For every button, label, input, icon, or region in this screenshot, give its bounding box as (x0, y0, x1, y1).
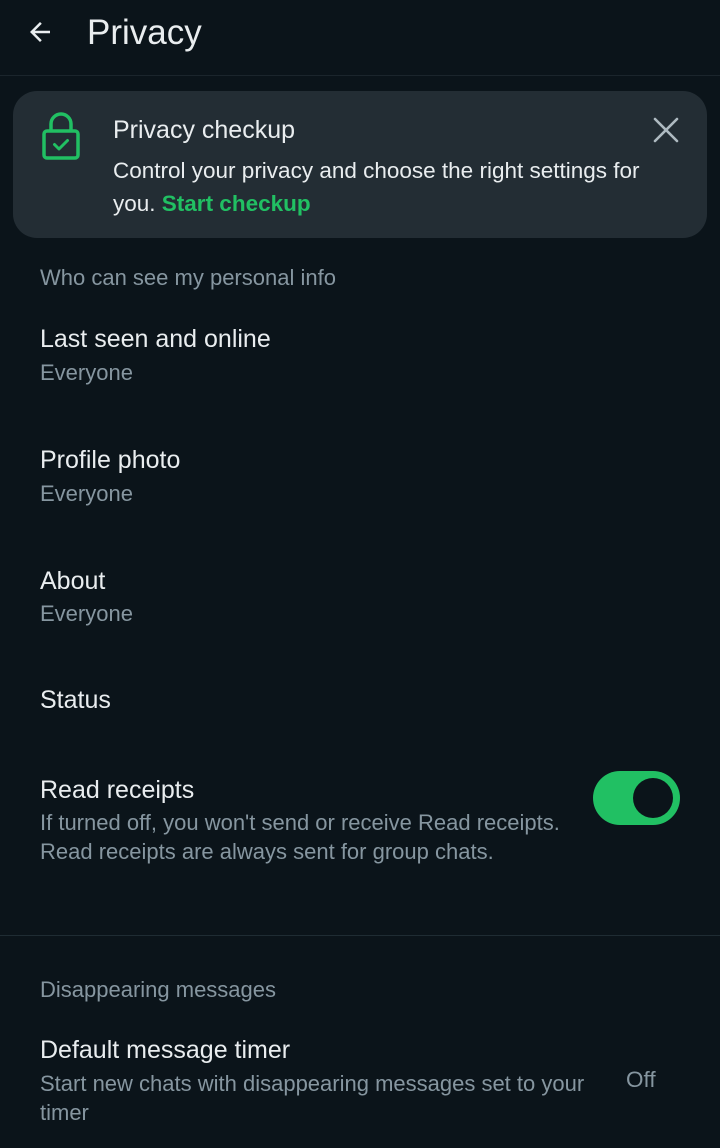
checkup-description: Control your privacy and choose the righ… (113, 154, 683, 220)
app-bar: Privacy (0, 0, 720, 76)
read-receipts-label: Read receipts (40, 776, 195, 804)
toggle-knob (633, 778, 673, 818)
close-icon (653, 117, 679, 143)
checkup-title: Privacy checkup (113, 116, 296, 144)
start-checkup-link[interactable]: Start checkup (162, 191, 311, 216)
about-row[interactable]: About Everyone (0, 552, 720, 652)
profile-photo-value: Everyone (40, 481, 133, 506)
status-row[interactable]: Status (0, 660, 720, 744)
last-seen-value: Everyone (40, 360, 133, 385)
read-receipts-toggle[interactable] (593, 771, 680, 825)
close-checkup-button[interactable] (649, 113, 683, 147)
lock-icon (42, 112, 80, 160)
status-label: Status (40, 686, 111, 714)
last-seen-row[interactable]: Last seen and online Everyone (0, 310, 720, 410)
privacy-checkup-card: Privacy checkup Control your privacy and… (13, 91, 707, 238)
back-button[interactable] (18, 10, 62, 54)
personal-info-section-header: Who can see my personal info (40, 265, 336, 290)
profile-photo-label: Profile photo (40, 446, 181, 474)
disappearing-section-header: Disappearing messages (40, 977, 277, 1002)
default-timer-value: Off (626, 1067, 656, 1092)
read-receipts-description: If turned off, you won't send or receive… (40, 810, 560, 864)
profile-photo-row[interactable]: Profile photo Everyone (0, 431, 720, 531)
default-timer-description: Start new chats with disappearing messag… (40, 1071, 585, 1125)
default-timer-label: Default message timer (40, 1036, 291, 1064)
about-value: Everyone (40, 601, 133, 626)
last-seen-label: Last seen and online (40, 325, 271, 353)
section-divider (0, 935, 720, 936)
about-label: About (40, 567, 106, 595)
default-message-timer-row[interactable]: Default message timer Start new chats wi… (0, 1022, 720, 1148)
page-title: Privacy (87, 13, 202, 52)
arrow-left-icon (30, 22, 50, 42)
